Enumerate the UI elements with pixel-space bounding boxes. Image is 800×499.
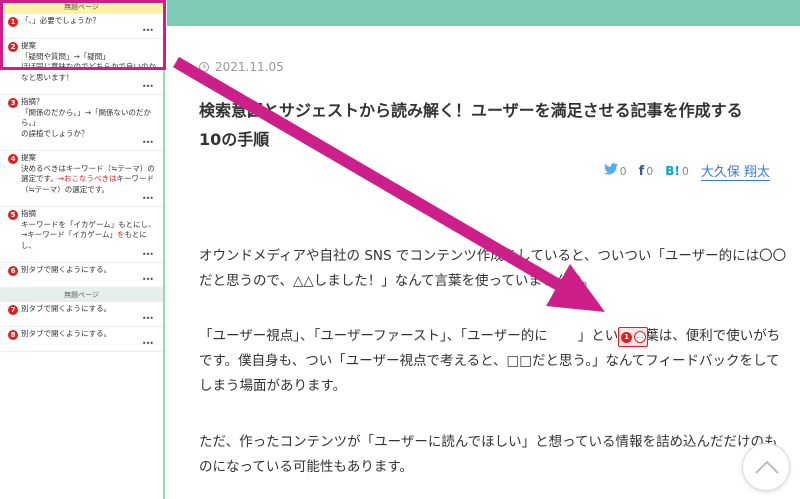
comment-title: 指摘？ xyxy=(21,97,44,106)
article-title: 検索意図とサジェストから読み解く！ユーザーを満足させる記事を作成する10の手順 xyxy=(199,101,743,149)
hatena-share[interactable]: B! 0 xyxy=(665,164,689,178)
comment-item-5[interactable]: 5 指摘 キーワードを「イカゲーム」もとにし、→キーワード「イカゲーム」をもとに… xyxy=(0,207,163,263)
comment-number-badge: 1 xyxy=(8,17,18,27)
more-options-icon[interactable]: ••• xyxy=(8,195,157,203)
comment-number-badge: 6 xyxy=(8,266,18,276)
paragraph: 「ユーザー視点」、「ユーザーファースト」、「ユーザー的に 」という言葉は、便利で使… xyxy=(199,324,789,399)
comment-number-badge: 4 xyxy=(8,154,18,164)
more-options-icon[interactable]: ••• xyxy=(8,251,157,259)
more-options-icon[interactable]: ••• xyxy=(8,139,157,147)
comment-title: 提案 xyxy=(21,153,36,162)
comment-item-6[interactable]: 6 別タブで開くようにする。 ••• xyxy=(0,263,163,288)
comment-number-badge: 1 xyxy=(621,332,632,343)
author-link[interactable]: 大久保 翔太 xyxy=(700,161,770,181)
comment-number-badge: 8 xyxy=(8,330,18,340)
more-options-icon[interactable]: ••• xyxy=(8,315,157,323)
comment-text: キーワードを「イカゲーム」もとにし、→キーワード「イカゲーム」をもとにし、 xyxy=(21,220,157,252)
more-options-icon[interactable]: … xyxy=(634,331,646,343)
share-bar: 0 f 0 B! 0 大久保 翔太 xyxy=(603,161,770,181)
comment-number-badge: 3 xyxy=(8,98,18,108)
comment-text-suggestion: →おこなうべきは xyxy=(57,174,117,183)
scroll-to-top-button[interactable] xyxy=(742,443,790,491)
comment-item-1[interactable]: 1 「、」必要でしょうか？ ••• xyxy=(0,14,163,39)
twitter-count: 0 xyxy=(619,164,627,178)
more-options-icon[interactable]: ••• xyxy=(8,340,157,348)
comment-text: 「関係のだから。」→「関係ないのだから。」 の誤植でしょうか？ xyxy=(21,107,152,138)
comment-title: 指摘 xyxy=(21,209,36,218)
comment-item-8[interactable]: 8 別タブで開くようにする。 ••• xyxy=(0,327,163,352)
more-options-icon[interactable]: ••• xyxy=(8,83,157,91)
clock-icon xyxy=(199,62,209,72)
comment-text: 別タブで開くようにする。 xyxy=(21,265,112,274)
comment-marker[interactable]: 1 … xyxy=(618,327,648,347)
comment-text: 決めるべきはキーワード（≒テーマ）の選定です。→おこなうべきはキーワード（≒テー… xyxy=(21,164,157,196)
more-options-icon[interactable]: ••• xyxy=(8,276,157,284)
comment-item-7[interactable]: 7 別タブで開くようにする。 ••• xyxy=(0,302,163,327)
more-options-icon[interactable]: ••• xyxy=(8,27,157,35)
comment-item-4[interactable]: 4 提案 決めるべきはキーワード（≒テーマ）の選定です。→おこなうべきはキーワー… xyxy=(0,151,163,207)
comment-title: 提案 xyxy=(21,41,36,50)
chevron-up-icon xyxy=(755,460,779,474)
article: 2021.11.05 検索意図とサジェストから読み解く！ユーザーを満足させる記事… xyxy=(167,26,800,499)
paragraph: ただ、作ったコンテンツが「ユーザーに読んでほしい」と想っている情報を詰め込んだだ… xyxy=(199,434,778,475)
facebook-share[interactable]: f 0 xyxy=(639,164,654,179)
comments-sidebar: 無題ページ 1 「、」必要でしょうか？ ••• 2 提案 「疑問や質問」→「疑問… xyxy=(0,0,165,499)
post-date: 2021.11.05 xyxy=(199,60,284,74)
comment-marker-placeholder xyxy=(548,326,578,346)
paragraph-text-before: 「ユーザー視点」、「ユーザーファースト」、「ユーザー的に xyxy=(199,328,548,344)
comment-item-3[interactable]: 3 指摘？ 「関係のだから。」→「関係ないのだから。」 の誤植でしょうか？ ••… xyxy=(0,95,163,151)
section-header: 無題ページ xyxy=(0,0,163,14)
comment-number-badge: 7 xyxy=(8,305,18,315)
comment-text: 「、」必要でしょうか？ xyxy=(21,16,100,25)
comment-text: 「疑問や質問」→「疑問」 ほぼ同じ意味なのでどちらかで良いのかなと思います！ xyxy=(21,51,156,82)
hatena-bookmark-icon: B! xyxy=(665,164,680,178)
comment-text: 別タブで開くようにする。 xyxy=(21,304,112,313)
header-bar xyxy=(167,0,800,26)
paragraph: オウンドメディアや自社の SNS でコンテンツ作成をしていると、ついつい「ユーザ… xyxy=(199,248,787,289)
section-header: 無題ページ xyxy=(0,288,163,302)
date-text: 2021.11.05 xyxy=(215,60,284,74)
twitter-share[interactable]: 0 xyxy=(603,163,627,179)
comment-item-2[interactable]: 2 提案 「疑問や質問」→「疑問」 ほぼ同じ意味なのでどちらかで良いのかなと思い… xyxy=(0,39,163,95)
comment-number-badge: 2 xyxy=(8,42,18,52)
comment-text-suggestion: を xyxy=(117,230,125,239)
facebook-icon: f xyxy=(638,163,645,179)
hatena-count: 0 xyxy=(681,164,689,178)
twitter-icon xyxy=(603,163,618,179)
facebook-count: 0 xyxy=(646,164,654,178)
comment-number-badge: 5 xyxy=(8,210,18,220)
comment-text: 別タブで開くようにする。 xyxy=(21,329,112,338)
